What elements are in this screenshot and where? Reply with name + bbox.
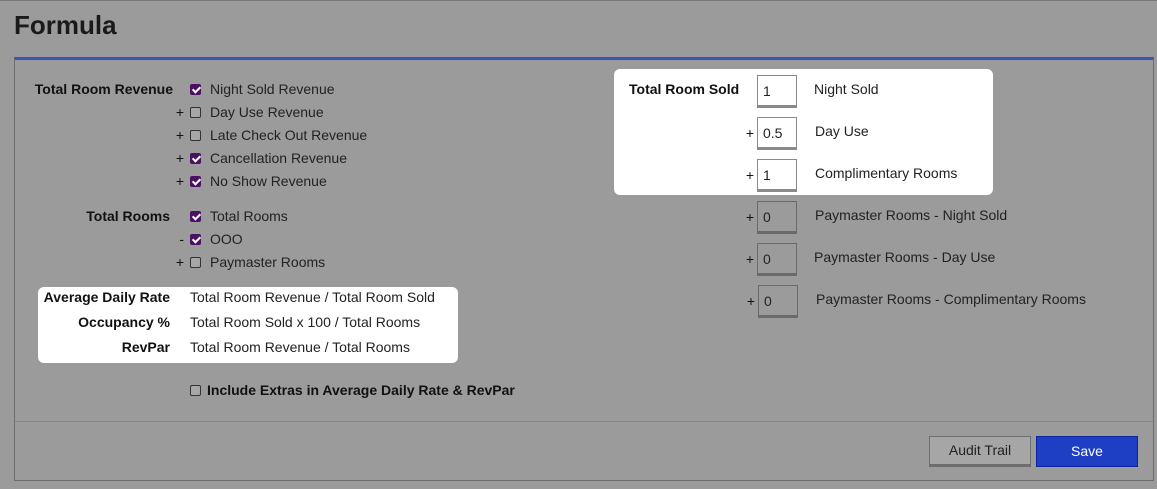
operator: + <box>746 293 755 309</box>
checkbox-label: OOO <box>210 231 243 247</box>
checkbox-label: Night Sold Revenue <box>210 81 335 97</box>
operator: + <box>745 251 754 267</box>
operator: + <box>175 173 184 189</box>
checkbox-label: Cancellation Revenue <box>210 150 347 166</box>
input-label: Paymaster Rooms - Night Sold <box>815 207 1008 223</box>
day-use-revenue-checkbox[interactable] <box>190 107 201 118</box>
save-button[interactable]: Save <box>1036 436 1138 467</box>
total-room-revenue-label: Total Room Revenue <box>34 81 173 97</box>
operator: + <box>745 209 754 225</box>
operator: + <box>175 104 184 120</box>
formula-label: RevPar <box>121 339 170 355</box>
audit-trail-button[interactable]: Audit Trail <box>929 436 1031 467</box>
operator: + <box>745 167 754 183</box>
night-sold-revenue-checkbox[interactable] <box>190 84 201 95</box>
total-room-sold-label: Total Room Sold <box>629 81 740 97</box>
include-extras-label: Include Extras in Average Daily Rate & R… <box>207 382 515 398</box>
paymaster-complimentary-input[interactable]: 0 <box>758 285 798 318</box>
operator: + <box>175 127 184 143</box>
night-sold-input[interactable]: 1 <box>757 75 797 108</box>
input-label: Night Sold <box>814 81 879 97</box>
formula-label: Average Daily Rate <box>43 289 170 305</box>
operator: + <box>745 125 754 141</box>
footer-divider <box>15 421 1153 422</box>
input-label: Paymaster Rooms - Complimentary Rooms <box>816 291 1086 307</box>
total-rooms-checkbox[interactable] <box>190 211 201 222</box>
checkbox-label: Paymaster Rooms <box>210 254 326 270</box>
cancellation-revenue-checkbox[interactable] <box>190 153 201 164</box>
input-label: Paymaster Rooms - Day Use <box>814 249 996 265</box>
day-use-input[interactable]: 0.5 <box>757 117 797 150</box>
late-check-out-revenue-checkbox[interactable] <box>190 130 201 141</box>
formula-label: Occupancy % <box>78 314 170 330</box>
operator: + <box>175 150 184 166</box>
top-divider <box>0 0 1157 1</box>
input-label: Day Use <box>815 123 869 139</box>
no-show-revenue-checkbox[interactable] <box>190 176 201 187</box>
formula-expression: Total Room Sold x 100 / Total Rooms <box>190 314 421 330</box>
include-extras-checkbox[interactable] <box>190 385 201 396</box>
checkbox-label: Day Use Revenue <box>210 104 324 120</box>
operator: + <box>175 254 184 270</box>
formula-expression: Total Room Revenue / Total Room Sold <box>190 289 435 305</box>
formula-expression: Total Room Revenue / Total Rooms <box>190 339 410 355</box>
complimentary-rooms-input[interactable]: 1 <box>757 159 797 192</box>
total-rooms-label: Total Rooms <box>86 208 170 224</box>
input-label: Complimentary Rooms <box>815 165 958 181</box>
operator: - <box>179 231 184 247</box>
paymaster-night-sold-input[interactable]: 0 <box>757 201 797 234</box>
checkbox-label: Late Check Out Revenue <box>210 127 368 143</box>
paymaster-day-use-input[interactable]: 0 <box>757 243 797 276</box>
page-title: Formula <box>14 10 117 40</box>
paymaster-rooms-checkbox[interactable] <box>190 257 201 268</box>
checkbox-label: Total Rooms <box>210 208 288 224</box>
ooo-checkbox[interactable] <box>190 234 201 245</box>
checkbox-label: No Show Revenue <box>210 173 327 189</box>
